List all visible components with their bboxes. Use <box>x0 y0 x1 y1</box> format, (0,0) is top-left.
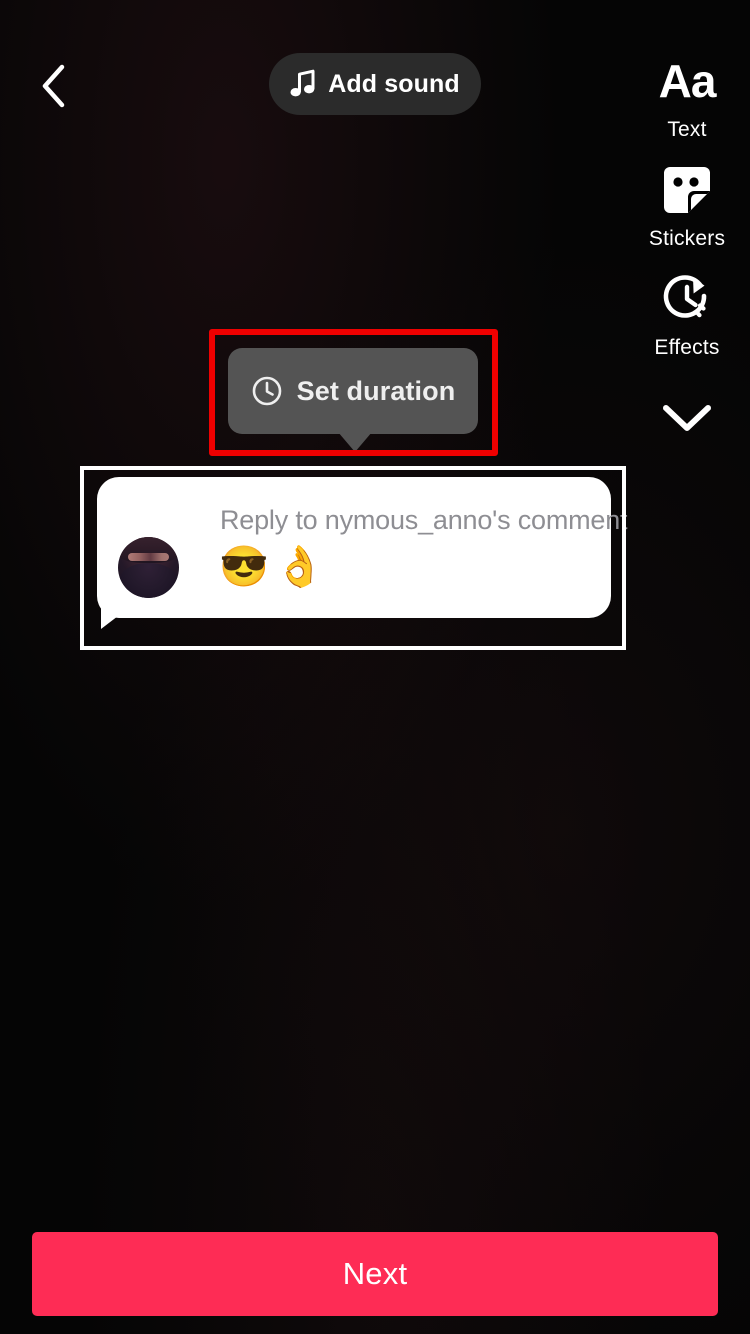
video-editor-screen: Add sound Aa Text Stickers Effects Set d… <box>0 0 750 1334</box>
tooltip-tail <box>338 432 372 452</box>
chevron-left-icon <box>42 64 65 108</box>
set-duration-tooltip[interactable]: Set duration <box>228 348 478 452</box>
sticker-icon <box>656 159 718 221</box>
add-sound-button[interactable]: Add sound <box>269 53 481 115</box>
next-label: Next <box>342 1256 408 1291</box>
rail-item-effects[interactable]: Effects <box>632 268 742 360</box>
rail-item-text[interactable]: Aa Text <box>632 50 742 142</box>
text-aa-icon: Aa <box>656 50 718 112</box>
back-button[interactable] <box>22 55 84 117</box>
rail-label-text: Text <box>667 118 707 141</box>
rail-label-stickers: Stickers <box>648 227 726 250</box>
music-note-icon <box>290 69 315 97</box>
reply-comment-sticker[interactable]: Reply to nymous_anno's comment 😎👌 <box>97 477 628 629</box>
set-duration-button[interactable]: Set duration <box>228 348 478 434</box>
add-sound-label: Add sound <box>328 69 460 98</box>
avatar <box>118 537 179 598</box>
rail-label-effects: Effects <box>654 336 720 359</box>
editor-tools-rail: Aa Text Stickers Effects <box>632 50 742 449</box>
rail-item-stickers[interactable]: Stickers <box>632 159 742 251</box>
clock-icon <box>252 376 281 406</box>
clock-arrow-effects-icon <box>656 268 718 330</box>
set-duration-label: Set duration <box>296 375 456 406</box>
comment-card[interactable]: Reply to nymous_anno's comment 😎👌 <box>97 477 628 618</box>
next-button[interactable]: Next <box>32 1232 718 1316</box>
collapse-tools-button[interactable] <box>632 387 742 449</box>
text-aa-glyph: Aa <box>658 55 717 107</box>
reply-comment-text: Reply to nymous_anno's comment <box>220 505 628 535</box>
comment-card-tail <box>101 603 135 629</box>
chevron-down-icon <box>663 405 711 431</box>
comment-emoji-text: 😎👌 <box>219 545 331 589</box>
